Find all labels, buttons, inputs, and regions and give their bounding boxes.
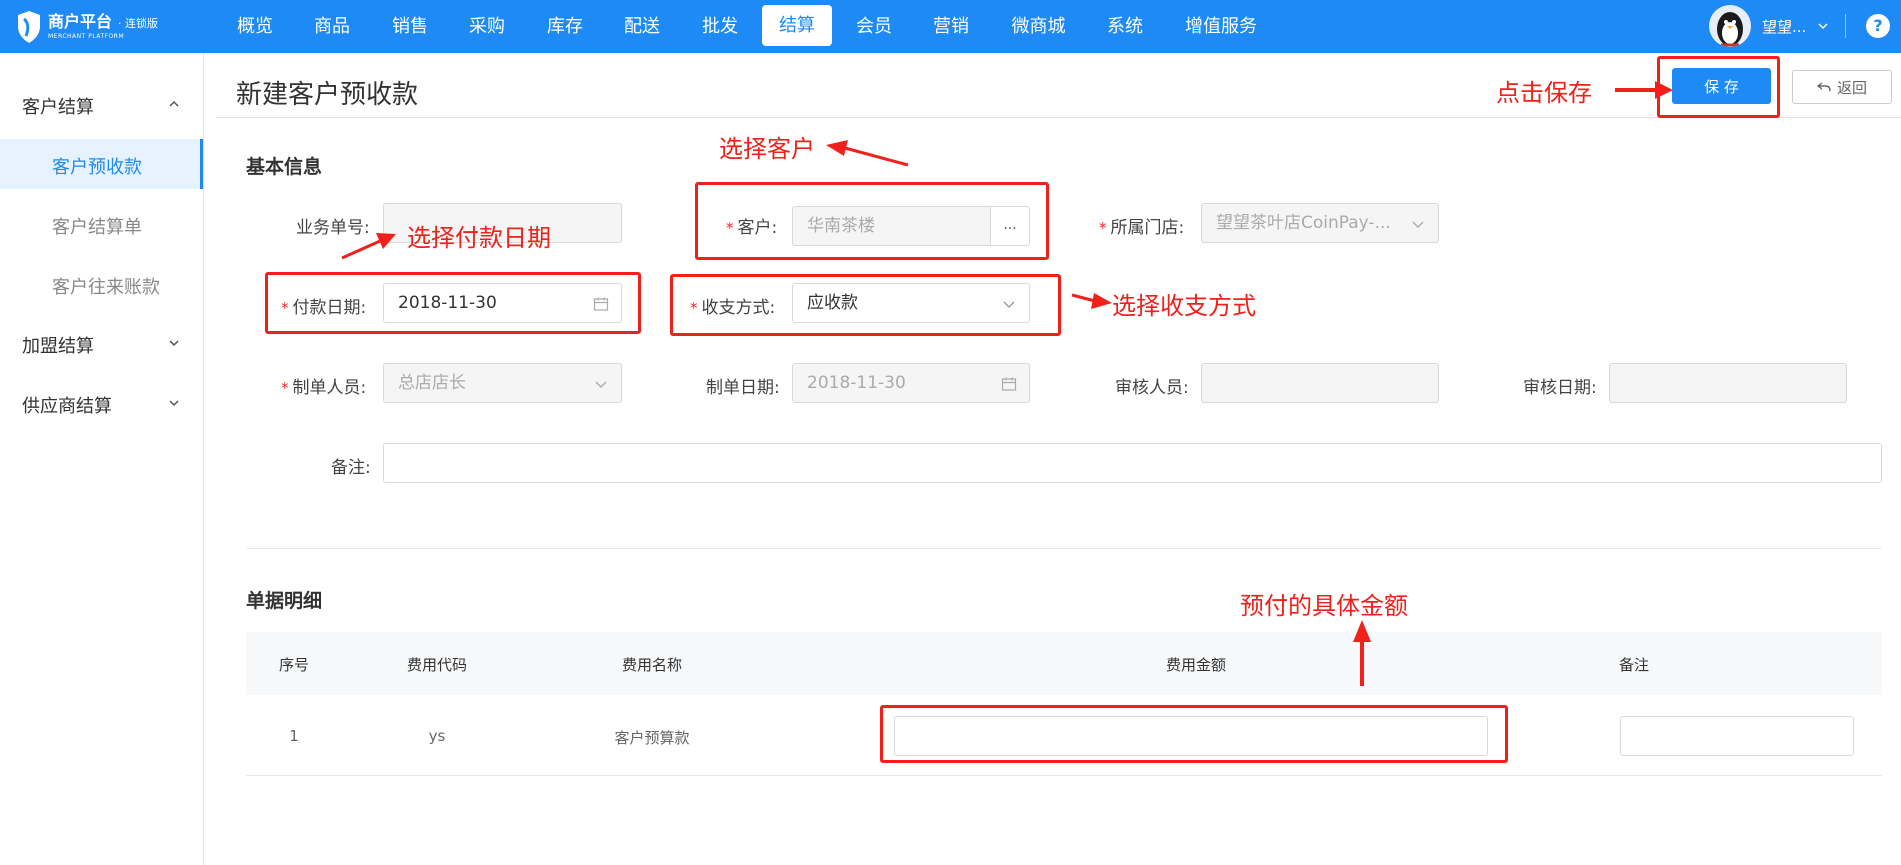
column-header-remark: 备注 bbox=[1618, 656, 1650, 674]
page-title: 新建客户预收款 bbox=[236, 80, 419, 110]
nav-member[interactable]: 会员 bbox=[855, 0, 893, 53]
section-divider bbox=[246, 548, 1882, 549]
top-navbar: 商户平台 · 连锁版 MERCHANT PLATFORM 概览 商品 销售 采购 … bbox=[0, 0, 1901, 53]
sidebar-group-customer-settlement[interactable]: 客户结算 bbox=[0, 84, 203, 124]
nav-micro-mall[interactable]: 微商城 bbox=[1010, 0, 1067, 53]
auditor-label: 审核人员: bbox=[1115, 378, 1189, 398]
return-icon bbox=[1816, 82, 1831, 92]
calendar-icon bbox=[1001, 377, 1017, 391]
nav-inventory[interactable]: 库存 bbox=[546, 0, 584, 53]
audit-date-label: 审核日期: bbox=[1523, 378, 1597, 398]
nav-marketing[interactable]: 营销 bbox=[932, 0, 970, 53]
creator-label-text: 制单人员: bbox=[292, 378, 367, 398]
sidebar: 客户结算 客户预收款 客户结算单 客户往来账款 加盟结算 供应商结算 bbox=[0, 53, 204, 865]
shield-logo-icon bbox=[18, 11, 40, 43]
sidebar-group-label: 客户结算 bbox=[22, 97, 94, 118]
cell-index: 1 bbox=[289, 727, 299, 745]
logo-subtitle: MERCHANT PLATFORM bbox=[48, 33, 125, 40]
nav-system[interactable]: 系统 bbox=[1106, 0, 1144, 53]
nav-sales[interactable]: 销售 bbox=[391, 0, 429, 53]
merchant-platform-logo[interactable]: 商户平台 · 连锁版 MERCHANT PLATFORM bbox=[16, 8, 158, 46]
penguin-avatar-icon bbox=[1717, 12, 1743, 47]
arrow-pay-method bbox=[1071, 293, 1112, 309]
sidebar-item-label: 客户预收款 bbox=[52, 157, 142, 178]
nav-value-added[interactable]: 增值服务 bbox=[1183, 0, 1259, 53]
arrow-customer bbox=[826, 140, 909, 167]
help-icon[interactable]: ? bbox=[1866, 14, 1890, 38]
creator-select: 总店店长 bbox=[383, 363, 622, 403]
sidebar-group-supplier-settlement[interactable]: 供应商结算 bbox=[0, 383, 203, 423]
column-header-code: 费用代码 bbox=[406, 656, 468, 674]
back-button-label: 返回 bbox=[1836, 78, 1867, 97]
nav-wholesale[interactable]: 批发 bbox=[701, 0, 739, 53]
sidebar-group-franchise-settlement[interactable]: 加盟结算 bbox=[0, 323, 203, 363]
create-date-label: 制单日期: bbox=[706, 378, 780, 398]
sidebar-group-label: 供应商结算 bbox=[22, 396, 112, 417]
sidebar-item-label: 客户往来账款 bbox=[52, 277, 160, 298]
section-title-detail: 单据明细 bbox=[246, 590, 323, 612]
annotation-box-customer bbox=[695, 182, 1049, 260]
sidebar-item-customer-accounts[interactable]: 客户往来账款 bbox=[0, 259, 203, 309]
annotation-text-customer: 选择客户 bbox=[719, 135, 815, 163]
sidebar-group-label: 加盟结算 bbox=[22, 336, 94, 357]
nav-goods[interactable]: 商品 bbox=[313, 0, 351, 53]
annotation-text-pay-date: 选择付款日期 bbox=[407, 224, 551, 252]
row-remark-input[interactable] bbox=[1620, 716, 1854, 756]
annotation-box-save bbox=[1657, 56, 1780, 118]
sidebar-item-label: 客户结算单 bbox=[52, 217, 142, 238]
cell-code: ys bbox=[428, 727, 446, 745]
annotation-box-pay-date bbox=[265, 272, 641, 334]
annotation-text-amount: 预付的具体金额 bbox=[1240, 592, 1408, 620]
nav-distribution[interactable]: 配送 bbox=[623, 0, 661, 53]
table-header: 序号 费用代码 费用名称 费用金额 备注 bbox=[246, 632, 1882, 695]
chevron-down-icon bbox=[595, 381, 607, 388]
chevron-up-icon bbox=[169, 100, 179, 107]
audit-date-field bbox=[1609, 363, 1847, 403]
cell-name: 客户预算款 bbox=[614, 729, 690, 747]
annotation-box-pay-method bbox=[670, 274, 1061, 336]
back-button[interactable]: 返回 bbox=[1792, 70, 1892, 104]
remark-input[interactable] bbox=[383, 443, 1882, 483]
column-header-amount: 费用金额 bbox=[1165, 656, 1227, 674]
creator-label: * 制单人员: bbox=[281, 373, 366, 398]
chevron-down-icon[interactable] bbox=[1816, 19, 1830, 33]
store-select: 望望茶叶店CoinPay-... bbox=[1201, 203, 1439, 243]
annotation-text-pay-method: 选择收支方式 bbox=[1112, 292, 1256, 320]
sidebar-item-customer-prepayment[interactable]: 客户预收款 bbox=[0, 139, 203, 189]
section-title-basic-info: 基本信息 bbox=[246, 156, 323, 178]
chevron-down-icon bbox=[169, 400, 179, 407]
annotation-text-save: 点击保存 bbox=[1496, 79, 1592, 107]
annotation-box-amount bbox=[880, 705, 1508, 763]
create-date-value: 2018-11-30 bbox=[807, 373, 906, 393]
creator-value: 总店店长 bbox=[398, 373, 466, 393]
column-header-name: 费用名称 bbox=[621, 656, 683, 674]
chevron-down-icon bbox=[169, 340, 179, 347]
required-star: * bbox=[281, 379, 289, 397]
order-no-label: 业务单号: bbox=[296, 218, 370, 238]
nav-settlement[interactable]: 结算 bbox=[762, 5, 832, 46]
chevron-down-icon bbox=[1412, 221, 1424, 228]
user-name[interactable]: 望望... bbox=[1762, 16, 1806, 37]
nav-overview[interactable]: 概览 bbox=[236, 0, 274, 53]
auditor-field bbox=[1201, 363, 1439, 403]
user-avatar[interactable] bbox=[1709, 5, 1751, 47]
topbar-divider bbox=[1845, 14, 1846, 38]
remark-label: 备注: bbox=[331, 458, 371, 478]
store-label-text: 所属门店: bbox=[1110, 218, 1185, 238]
logo-title: 商户平台 bbox=[48, 12, 113, 31]
logo-edition: · 连锁版 bbox=[118, 17, 159, 30]
nav-purchase[interactable]: 采购 bbox=[468, 0, 506, 53]
store-label: * 所属门店: bbox=[1099, 213, 1184, 238]
header-divider bbox=[216, 117, 1901, 118]
required-star: * bbox=[1099, 219, 1107, 237]
store-select-value: 望望茶叶店CoinPay-... bbox=[1216, 213, 1391, 233]
sidebar-item-customer-statement[interactable]: 客户结算单 bbox=[0, 199, 203, 249]
create-date-field: 2018-11-30 bbox=[792, 363, 1030, 403]
column-header-index: 序号 bbox=[278, 656, 310, 674]
